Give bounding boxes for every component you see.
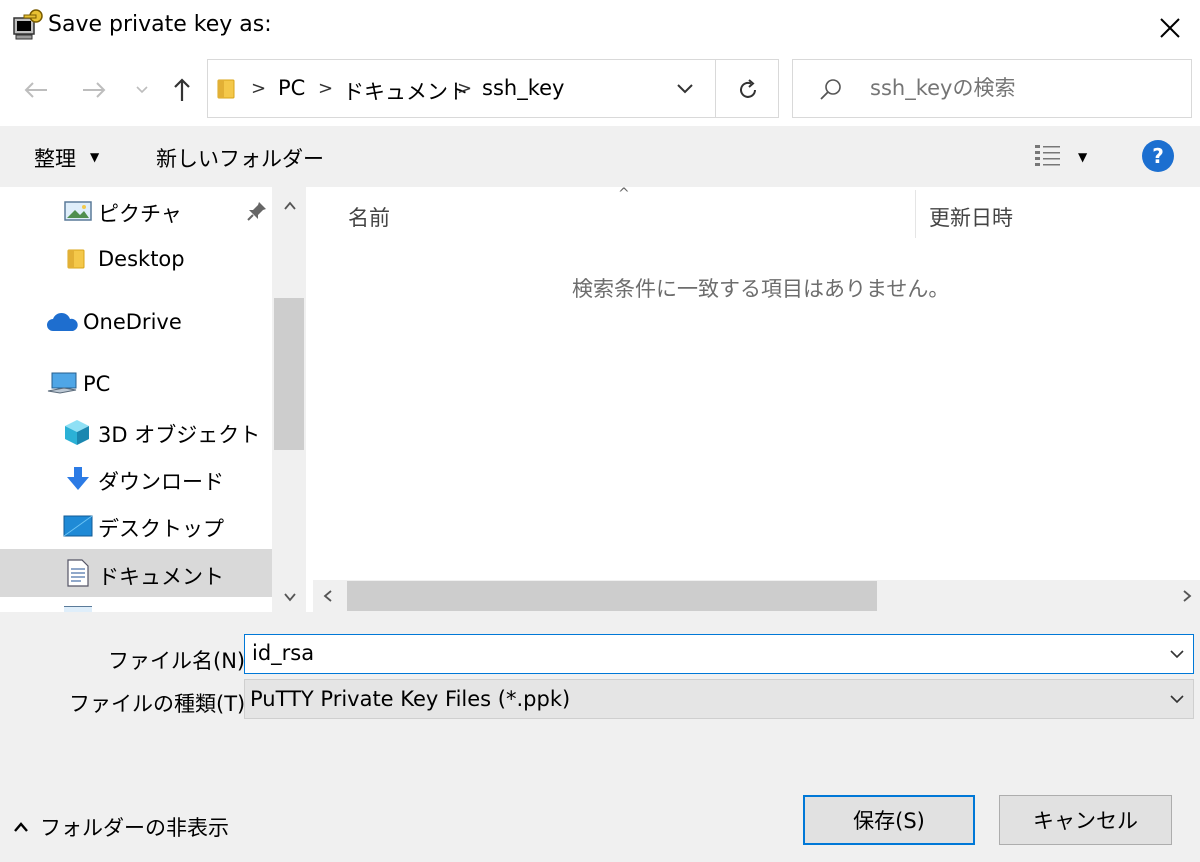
scroll-right-icon[interactable] (1180, 588, 1194, 604)
hide-folders-label: フォルダーの非表示 (40, 816, 229, 840)
filetype-label: ファイルの種類(T): (69, 692, 253, 716)
cancel-button[interactable]: キャンセル (999, 795, 1172, 845)
search-input[interactable] (870, 76, 1170, 100)
sidebar-item-desktop[interactable]: Desktop (98, 247, 185, 271)
search-icon (818, 76, 844, 102)
documents-icon (66, 559, 90, 587)
refresh-button[interactable] (728, 72, 768, 108)
column-header-modified[interactable]: 更新日時 (929, 202, 1013, 232)
filename-input[interactable] (252, 641, 1132, 665)
address-history-dropdown[interactable] (670, 72, 700, 106)
close-icon (1160, 18, 1180, 38)
view-options-button[interactable] (1034, 143, 1062, 169)
sidebar-item-3d-objects[interactable]: 3D オブジェクト (98, 419, 260, 449)
forward-button[interactable] (74, 72, 114, 108)
sidebar-item-pictures[interactable]: ピクチャ (98, 198, 182, 228)
recent-locations-button[interactable] (128, 72, 156, 108)
back-button[interactable] (16, 72, 56, 108)
new-folder-button[interactable]: 新しいフォルダー (156, 143, 324, 173)
organize-button[interactable]: 整理 (34, 143, 76, 173)
scroll-down-icon[interactable] (282, 589, 298, 603)
sidebar-item-downloads[interactable]: ダウンロード (98, 466, 224, 496)
empty-list-message: 検索条件に一致する項目はありません。 (572, 277, 950, 301)
puttygen-app-icon (10, 8, 44, 42)
help-button[interactable]: ? (1142, 140, 1174, 172)
chevron-down-icon (1170, 695, 1184, 704)
breadcrumb-separator: > (318, 78, 334, 99)
chevron-up-icon (14, 822, 28, 832)
breadcrumb-separator: > (251, 78, 267, 99)
sidebar-item-documents[interactable]: ドキュメント (98, 561, 224, 591)
sidebar-item-pc[interactable]: PC (83, 372, 110, 396)
close-button[interactable] (1146, 6, 1194, 50)
column-divider[interactable] (915, 190, 916, 238)
filetype-dropdown-button[interactable] (1165, 687, 1189, 711)
sidebar-item-desktop-jp[interactable]: デスクトップ (98, 513, 224, 543)
address-divider (715, 60, 716, 117)
download-icon (64, 465, 92, 493)
chevron-down-icon (136, 86, 148, 94)
breadcrumb-pc[interactable]: PC (278, 76, 305, 100)
arrow-right-icon (83, 82, 106, 98)
hide-folders-button[interactable]: フォルダーの非表示 (12, 812, 229, 842)
column-header-name[interactable]: 名前 (348, 202, 390, 232)
pictures-icon (64, 199, 92, 223)
up-button[interactable] (162, 72, 202, 108)
filename-label: ファイル名(N): (108, 649, 253, 673)
filetype-selected-value[interactable]: PuTTY Private Key Files (*.ppk) (250, 687, 570, 711)
breadcrumb-ssh-key[interactable]: ssh_key (482, 76, 564, 100)
sidebar-item-onedrive[interactable]: OneDrive (83, 310, 182, 334)
pc-icon (46, 371, 78, 397)
pin-icon[interactable] (246, 200, 268, 222)
save-button[interactable]: 保存(S) (803, 795, 975, 845)
3d-objects-icon (63, 418, 91, 446)
caret-down-icon[interactable]: ▼ (1078, 150, 1087, 164)
file-list-scroll-thumb[interactable] (347, 581, 877, 611)
breadcrumb-documents[interactable]: ドキュメント (343, 76, 469, 106)
refresh-icon (740, 79, 756, 98)
folder-icon (66, 247, 86, 271)
details-view-icon (1035, 145, 1060, 166)
nav-pane-scroll-thumb[interactable] (274, 298, 304, 450)
chevron-down-icon (1170, 650, 1184, 659)
arrow-up-icon (174, 78, 190, 101)
desktop-icon (63, 514, 93, 538)
sort-ascending-icon: ^ (618, 186, 630, 202)
arrow-left-icon (24, 82, 47, 98)
caret-down-icon: ▼ (90, 150, 100, 164)
scroll-left-icon[interactable] (321, 588, 335, 604)
window-title: Save private key as: (48, 12, 272, 37)
chevron-down-icon (677, 84, 693, 94)
folder-icon (216, 77, 236, 101)
filename-dropdown-button[interactable] (1165, 642, 1189, 666)
scroll-up-icon[interactable] (282, 198, 298, 212)
breadcrumb-separator: > (457, 78, 473, 99)
onedrive-cloud-icon (45, 311, 79, 333)
